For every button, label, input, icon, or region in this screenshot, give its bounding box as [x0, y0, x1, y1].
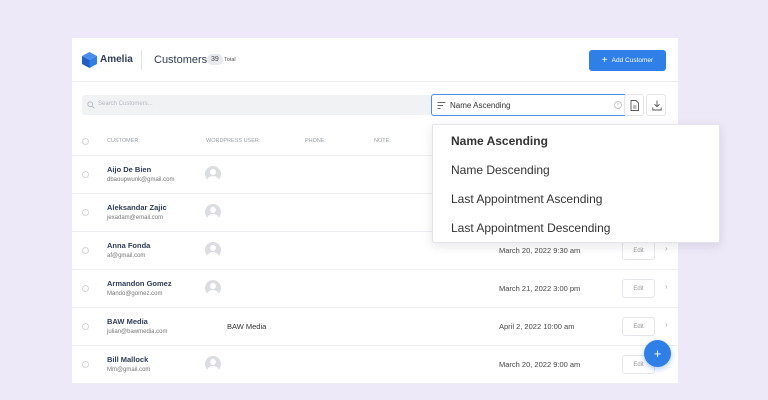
- sort-option-name-descending[interactable]: Name Descending: [451, 163, 550, 177]
- customer-email: af@gmail.com: [107, 253, 146, 259]
- customer-name: Armandon Gomez: [107, 279, 172, 288]
- customer-email: julian@bawmedia.com: [107, 329, 168, 335]
- select-all-checkbox[interactable]: [82, 138, 89, 145]
- sort-select[interactable]: Name Ascending ×: [431, 94, 627, 116]
- page-title: Customers: [154, 54, 208, 66]
- last-appointment: March 21, 2022 3:00 pm: [499, 284, 581, 293]
- chevron-right-icon[interactable]: ›: [665, 244, 668, 253]
- add-customer-button[interactable]: + Add Customer: [589, 50, 666, 71]
- download-icon: [652, 100, 662, 111]
- column-header-customer[interactable]: CUSTOMER:: [107, 138, 140, 144]
- customer-name: Aijo De Bien: [107, 165, 152, 174]
- customer-name: Aleksandar Zajic: [107, 203, 167, 212]
- edit-button[interactable]: Edit: [622, 241, 655, 260]
- table-row[interactable]: Armandon Gomez Mando@gomez.com March 21,…: [72, 270, 678, 308]
- last-appointment: March 20, 2022 9:00 am: [499, 360, 581, 369]
- sort-dropdown: Name Ascending Name Descending Last Appo…: [432, 124, 720, 243]
- row-checkbox[interactable]: [82, 209, 89, 216]
- sort-option-last-appointment-ascending[interactable]: Last Appointment Ascending: [451, 192, 602, 206]
- customer-name: Anna Fonda: [107, 241, 151, 250]
- table-row[interactable]: BAW Media julian@bawmedia.com BAW Media …: [72, 308, 678, 346]
- column-header-wordpress-user[interactable]: WORDPRESS USER:: [206, 138, 260, 144]
- customer-email: dbaoupwunk@gmail.com: [107, 177, 175, 183]
- add-customer-label: Add Customer: [611, 57, 654, 64]
- avatar: [205, 356, 221, 372]
- avatar: [205, 166, 221, 182]
- avatar: [205, 242, 221, 258]
- plus-icon: +: [601, 54, 608, 66]
- amelia-logo-icon: [82, 52, 97, 68]
- sort-option-name-ascending[interactable]: Name Ascending: [451, 134, 548, 148]
- total-label: Total: [224, 57, 236, 63]
- avatar: [205, 280, 221, 296]
- header: Amelia Customers 39 Total + Add Customer: [72, 38, 678, 82]
- count-badge: 39: [207, 54, 223, 65]
- chevron-right-icon[interactable]: ›: [665, 320, 668, 329]
- search-input[interactable]: Search Customers...: [82, 95, 432, 115]
- avatar: [205, 204, 221, 220]
- row-checkbox[interactable]: [82, 323, 89, 330]
- document-export-icon: [630, 100, 639, 111]
- chevron-right-icon[interactable]: ›: [665, 282, 668, 291]
- sort-icon: [437, 102, 446, 109]
- edit-button[interactable]: Edit: [622, 279, 655, 298]
- header-divider: [141, 50, 142, 70]
- customer-name: BAW Media: [107, 317, 148, 326]
- last-appointment: March 20, 2022 9:30 am: [499, 246, 581, 255]
- column-header-note[interactable]: NOTE:: [374, 138, 391, 144]
- customer-name: Bill Mallock: [107, 355, 149, 364]
- table-row[interactable]: Bill Mallock Mm@gmail.com March 20, 2022…: [72, 346, 678, 384]
- last-appointment: April 2, 2022 10:00 am: [499, 322, 575, 331]
- column-header-phone[interactable]: PHONE:: [305, 138, 326, 144]
- export-button[interactable]: [624, 94, 644, 116]
- brand-name: Amelia: [100, 54, 133, 65]
- customer-email: Mm@gmail.com: [107, 367, 151, 373]
- customer-email: jexadam@email.com: [107, 215, 164, 221]
- wordpress-user: BAW Media: [227, 322, 267, 331]
- search-icon: [87, 101, 95, 109]
- sort-option-last-appointment-descending[interactable]: Last Appointment Descending: [451, 221, 610, 235]
- floating-add-button[interactable]: +: [644, 340, 671, 367]
- customer-email: Mando@gomez.com: [107, 291, 163, 297]
- row-checkbox[interactable]: [82, 361, 89, 368]
- row-checkbox[interactable]: [82, 285, 89, 292]
- download-button[interactable]: [646, 94, 666, 116]
- clear-icon[interactable]: ×: [614, 101, 622, 109]
- row-checkbox[interactable]: [82, 247, 89, 254]
- row-checkbox[interactable]: [82, 171, 89, 178]
- sort-value: Name Ascending: [450, 101, 511, 110]
- edit-button[interactable]: Edit: [622, 317, 655, 336]
- search-placeholder: Search Customers...: [98, 101, 153, 107]
